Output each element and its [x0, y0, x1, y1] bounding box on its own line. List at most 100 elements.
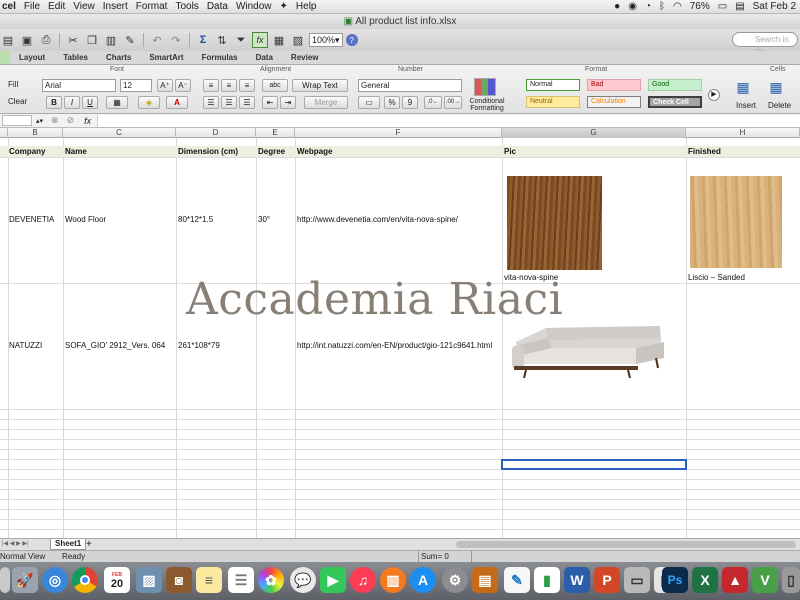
enter-icon[interactable]: ⊘: [67, 115, 75, 126]
cell-grid[interactable]: Company Name Dimension (cm) Degree Webpa…: [0, 138, 800, 538]
app-store-icon[interactable]: A: [410, 567, 436, 593]
cell-name[interactable]: Wood Floor: [65, 215, 106, 224]
cell-webpage[interactable]: http://int.natuzzi.com/en-EN/product/gio…: [297, 341, 492, 350]
word-icon[interactable]: W: [564, 567, 590, 593]
cell-dimension[interactable]: 261*108*79: [178, 341, 220, 350]
header-degree[interactable]: Degree: [258, 147, 285, 156]
formula-input[interactable]: [97, 114, 800, 127]
search-sheet-input[interactable]: Search in Sh: [732, 32, 798, 57]
tab-data[interactable]: Data: [247, 51, 282, 64]
print-icon[interactable]: ⎙: [38, 32, 54, 48]
fx-label[interactable]: fx: [84, 116, 91, 126]
menu-file[interactable]: File: [24, 1, 48, 12]
menu-insert[interactable]: Insert: [103, 1, 136, 12]
style-good[interactable]: Good: [648, 79, 702, 91]
cell-webpage[interactable]: http://www.devenetia.com/en/vita-nova-sp…: [297, 215, 458, 224]
calendar-icon[interactable]: FEB 20: [104, 567, 130, 593]
header-pic[interactable]: Pic: [504, 147, 516, 156]
name-box[interactable]: [2, 115, 32, 126]
column-header-b[interactable]: B: [8, 128, 63, 138]
tab-review[interactable]: Review: [282, 51, 328, 64]
wifi-icon[interactable]: ◠: [673, 1, 682, 12]
autocad-icon[interactable]: ▲: [722, 567, 748, 593]
excel-icon[interactable]: X: [692, 567, 718, 593]
currency-icon[interactable]: ▭: [358, 96, 380, 109]
name-box-dropdown-icon[interactable]: ▴▾: [36, 117, 43, 125]
numbers-icon[interactable]: ▮: [534, 567, 560, 593]
toolbox-icon[interactable]: ▦: [271, 32, 287, 48]
keynote-icon[interactable]: ▤: [472, 567, 498, 593]
format-painter-icon[interactable]: ✎: [122, 32, 138, 48]
font-size-select[interactable]: 12: [120, 79, 152, 92]
paste-icon[interactable]: ▥: [103, 32, 119, 48]
style-normal[interactable]: Normal: [526, 79, 580, 91]
header-finished[interactable]: Finished: [688, 147, 721, 156]
add-sheet-icon[interactable]: +: [86, 539, 92, 550]
sum-display[interactable]: Sum= 0: [418, 551, 472, 562]
battery-level[interactable]: 76%: [690, 1, 710, 12]
cell-degree[interactable]: 30°: [258, 215, 270, 224]
tab-formulas[interactable]: Formulas: [193, 51, 247, 64]
sync-icon[interactable]: ◔: [645, 1, 651, 12]
align-top-icon[interactable]: ≡: [203, 79, 219, 92]
new-icon[interactable]: ▤: [0, 32, 16, 48]
clear-button[interactable]: Clear: [0, 96, 36, 109]
sheet-tab[interactable]: Sheet1: [50, 539, 87, 550]
cell-company[interactable]: NATUZZI: [9, 341, 42, 350]
cell-name[interactable]: SOFA_GIO' 2912_Vers. 064: [65, 341, 165, 350]
header-name[interactable]: Name: [65, 147, 87, 156]
facetime-icon[interactable]: ▶: [320, 567, 346, 593]
font-name-select[interactable]: Arial: [42, 79, 116, 92]
fx-toggle-icon[interactable]: fx: [252, 32, 268, 48]
wrap-text-button[interactable]: Wrap Text: [292, 79, 348, 92]
borders-icon[interactable]: ▦: [106, 96, 128, 109]
align-center-icon[interactable]: ☰: [221, 96, 237, 109]
vectorworks-icon[interactable]: V: [752, 567, 778, 593]
column-header-f[interactable]: F: [295, 128, 502, 138]
screen-sharing-icon[interactable]: ▭: [624, 567, 650, 593]
photos-icon[interactable]: ✿: [258, 567, 284, 593]
flag-icon[interactable]: ▤: [735, 1, 744, 12]
tab-tables[interactable]: Tables: [54, 51, 97, 64]
pages-icon[interactable]: ✎: [504, 567, 530, 593]
sort-icon[interactable]: ⇅: [214, 32, 230, 48]
font-color-icon[interactable]: A: [166, 96, 188, 109]
insert-cells-button[interactable]: Insert: [736, 101, 756, 110]
percent-button[interactable]: %: [384, 96, 400, 109]
copy-icon[interactable]: ❐: [84, 32, 100, 48]
conditional-formatting-icon[interactable]: [474, 78, 496, 96]
menu-edit[interactable]: Edit: [48, 1, 73, 12]
notes-icon[interactable]: ≡: [196, 567, 222, 593]
menu-format[interactable]: Format: [136, 1, 176, 12]
reminders-icon[interactable]: ☰: [228, 567, 254, 593]
increase-indent-icon[interactable]: ⇥: [280, 96, 296, 109]
cell-company[interactable]: DEVENETIA: [9, 215, 54, 224]
menu-data[interactable]: Data: [207, 1, 236, 12]
column-header-e[interactable]: E: [256, 128, 295, 138]
zoom-select[interactable]: 100% ▾: [309, 33, 343, 47]
cell-dimension[interactable]: 80*12*1.5: [178, 215, 213, 224]
conditional-formatting-button[interactable]: Conditional Formatting: [466, 98, 508, 112]
tab-layout[interactable]: Layout: [10, 51, 54, 64]
italic-button[interactable]: I: [64, 96, 80, 109]
wood-veneer-image[interactable]: [507, 176, 602, 270]
increase-decimal-icon[interactable]: .0←: [424, 96, 442, 109]
evernote-icon[interactable]: ●: [614, 1, 620, 12]
system-preferences-icon[interactable]: ⚙: [442, 567, 468, 593]
bold-button[interactable]: B: [46, 96, 62, 109]
underline-button[interactable]: U: [82, 96, 98, 109]
bluetooth-icon[interactable]: ᛒ: [659, 1, 665, 12]
ibooks-icon[interactable]: ▥: [380, 567, 406, 593]
style-check-cell[interactable]: Check Cell: [648, 96, 702, 108]
more-apps-icon[interactable]: ▯: [782, 567, 800, 593]
media-icon[interactable]: ▧: [290, 32, 306, 48]
delete-cells-button[interactable]: Delete: [768, 101, 791, 110]
menu-view[interactable]: View: [73, 1, 103, 12]
row-header-corner[interactable]: [0, 128, 8, 138]
column-header-g[interactable]: G: [502, 128, 686, 138]
app-menu[interactable]: cel: [0, 1, 24, 12]
autosum-icon[interactable]: Σ: [195, 32, 211, 48]
column-header-d[interactable]: D: [176, 128, 256, 138]
delete-cells-icon[interactable]: ▦: [766, 79, 786, 95]
contacts-icon[interactable]: ◙: [166, 567, 192, 593]
